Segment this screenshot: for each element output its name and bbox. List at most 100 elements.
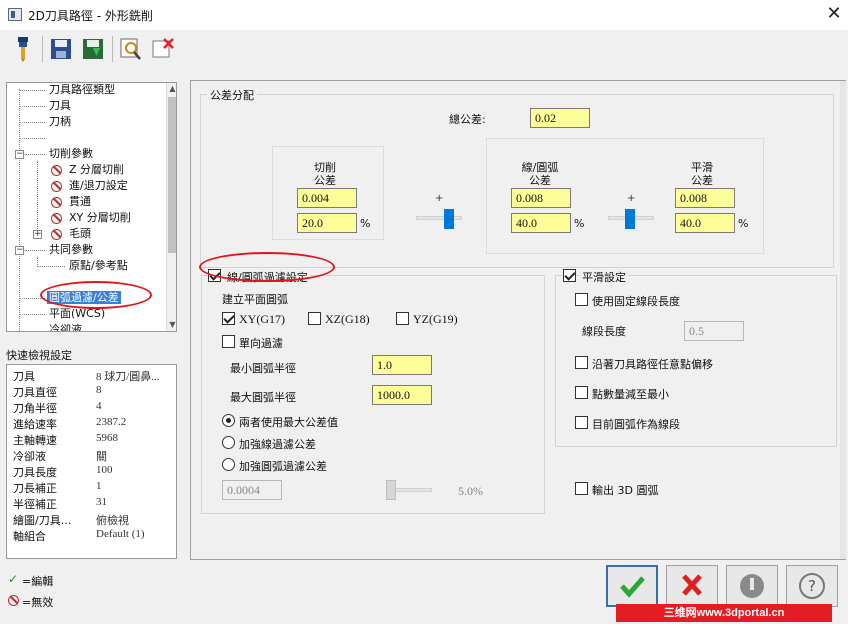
ok-button[interactable] [606,565,658,607]
max-radius-input[interactable]: 1000.0 [372,385,432,405]
quickview-key: 刀角半徑 [13,402,57,415]
xz-checkbox[interactable] [308,312,321,325]
total-tolerance-input[interactable]: 0.02 [530,108,590,128]
percent-sign: % [360,217,371,230]
help-button[interactable]: ? [786,565,838,607]
tree-scroll-thumb[interactable] [168,97,176,253]
weight-input: 0.0004 [222,480,282,500]
min-radius-input[interactable]: 1.0 [372,355,432,375]
yz-checkbox[interactable] [396,312,409,325]
tree-item-cut-params[interactable]: 切削參數 [49,147,93,161]
invalid-icon [51,213,62,224]
tree-item-tool[interactable]: 刀具 [49,99,71,113]
tree-item-holder[interactable]: 刀柄 [49,115,71,129]
cut-arc-slider-thumb[interactable] [444,209,454,229]
quickview-key: 刀長補正 [13,482,57,495]
quickview-value: 31 [96,496,107,508]
radio-max-tolerance[interactable] [222,414,235,427]
quickview-row: 刀角半徑 4 [13,400,173,416]
app-icon [8,8,22,21]
tree-item-home-ref[interactable]: 原點/參考點 [69,259,128,273]
tool-icon[interactable] [10,36,36,62]
inspect-icon[interactable] [118,36,144,62]
apply-button[interactable] [726,565,778,607]
tree-item-tabs[interactable]: 毛頭 [69,227,91,241]
close-button[interactable]: ✕ [822,3,846,25]
tree-item-plane[interactable]: 平面(WCS) [49,307,105,321]
edit-check-icon: ✓ [8,572,19,586]
cancel-button[interactable] [666,565,718,607]
toolbar-separator [42,36,43,62]
oneway-filter-label: 單向過濾 [239,337,283,350]
tree-item-xy-stepover[interactable]: XY 分層切削 [69,211,131,225]
watermark: 三维网www.3dportal.cn [616,604,832,622]
quickview-row: 半徑補正 31 [13,496,173,512]
collapse-icon[interactable]: − [15,150,24,159]
legend-invalid: =無效 [22,596,54,609]
tree-item-common-params[interactable]: 共同參數 [49,243,93,257]
quickview-key: 進給速率 [13,418,57,431]
tree-item-coolant[interactable]: 冷卻液 [49,323,82,331]
cut-percent-input[interactable]: 20.0 [297,213,357,233]
radio-arc-tolerance[interactable] [222,458,235,471]
save-as-icon[interactable] [80,36,106,62]
quickview-value: 1 [96,480,102,492]
scroll-up-icon[interactable]: ▲ [167,83,176,95]
oneway-filter-checkbox[interactable] [222,335,235,348]
quickview-value: 5968 [96,432,118,444]
tree-guide [37,266,65,267]
offset-label: 沿著刀具路徑任意點偏移 [592,358,713,371]
fixed-length-checkbox[interactable] [575,293,588,306]
expand-icon[interactable]: + [33,230,42,239]
delete-icon[interactable] [150,36,176,62]
main-scrollbar[interactable] [840,81,846,559]
min-radius-label: 最小圓弧半徑 [230,362,296,375]
radio-max-tolerance-label: 兩者使用最大公差值 [239,416,338,429]
invalid-icon [51,197,62,208]
weight-slider-thumb [386,480,396,500]
legend-edit: =編輯 [22,575,54,588]
tree-item-toolpath-type[interactable]: 刀具路徑類型 [49,83,115,97]
quickview-key: 繪圖/刀具... [13,514,72,527]
quickview-panel: 刀具 8 球刀/圓鼻... 刀具直徑 8 刀角半徑 4 進給速率 2387.2 主軸轉速… [6,364,177,559]
invalid-icon [51,229,62,240]
quickview-key: 冷卻液 [13,450,46,463]
output-3d-arc-checkbox[interactable] [575,482,588,495]
fixed-length-label: 使用固定線段長度 [592,295,680,308]
arc-tolerance-input[interactable]: 0.008 [511,188,571,208]
radio-line-tolerance[interactable] [222,436,235,449]
smoothing-label: 平滑設定 [580,269,628,285]
tree-item-lead-in-out[interactable]: 進/退刀設定 [69,179,128,193]
quickview-row: 軸組合 Default (1) [13,528,173,544]
smooth-tolerance-input[interactable]: 0.008 [675,188,735,208]
tree-item-break-through[interactable]: 貫通 [69,195,91,209]
xy-checkbox[interactable] [222,312,235,325]
quickview-value: 100 [96,464,113,476]
save-icon[interactable] [48,36,74,62]
offset-checkbox[interactable] [575,356,588,369]
cut-tolerance-input[interactable]: 0.004 [297,188,357,208]
percent-sign: % [574,217,585,230]
segment-length-input: 0.5 [684,321,744,341]
toolbar-separator [112,36,113,62]
quickview-value: 8 [96,384,102,396]
quickview-row: 冷卻液 關 [13,448,173,464]
arc-as-line-checkbox[interactable] [575,416,588,429]
cut-arc-slider-track[interactable] [416,216,462,220]
tree-scrollbar[interactable]: ▲ ▼ [166,83,176,331]
tree-guide [25,250,45,251]
tree-item-z-depth[interactable]: Z 分層切削 [69,163,124,177]
quickview-row: 進給速率 2387.2 [13,416,173,432]
smooth-percent-input[interactable]: 40.0 [675,213,735,233]
arc-smooth-slider-thumb[interactable] [625,209,635,229]
arc-percent-input[interactable]: 40.0 [511,213,571,233]
smoothing-checkbox[interactable] [563,269,576,282]
scroll-down-icon[interactable]: ▼ [167,319,176,331]
quickview-row: 主軸轉速 5968 [13,432,173,448]
weight-percent: 5.0% [458,484,483,498]
tree-guide [19,138,45,139]
invalid-icon [51,181,62,192]
collapse-icon[interactable]: − [15,246,24,255]
quickview-row: 刀長補正 1 [13,480,173,496]
reduce-points-checkbox[interactable] [575,386,588,399]
